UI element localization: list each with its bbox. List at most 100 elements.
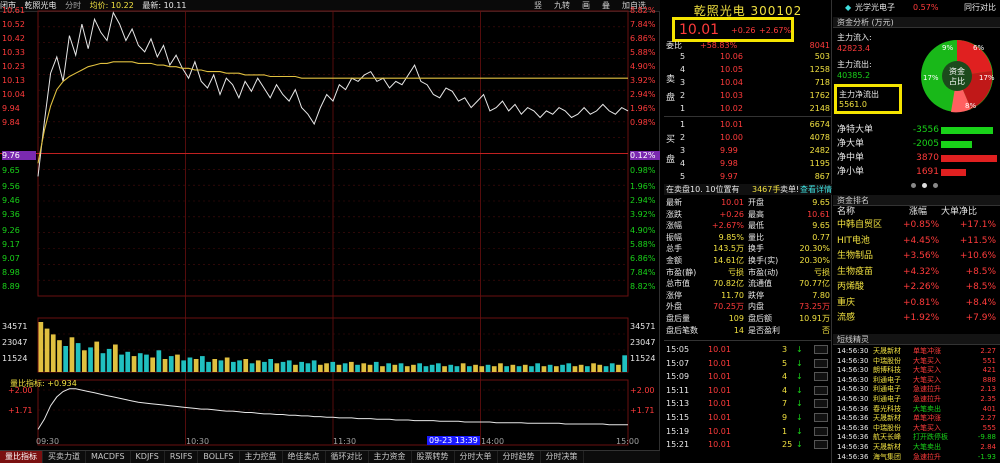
- stat-label: 流通值: [748, 279, 772, 289]
- indicator-tab[interactable]: 主力资金: [369, 451, 412, 463]
- alert-details-link[interactable]: 查看详情: [800, 184, 832, 195]
- y-tick-right: 2.94%: [630, 90, 656, 99]
- stat-value: 14.61亿: [713, 256, 744, 265]
- intraday-chart-panel[interactable]: 闭市 乾照光电 分时 均价: 10.22 最新: 10.11 竖 九转 画 叠 …: [0, 0, 660, 463]
- flow-bar-row: 净大单 -2005: [833, 139, 1000, 150]
- radar-row[interactable]: 14:56:36 天晟新材 单笔冲涨 2.27: [833, 413, 1000, 423]
- radar-event: 大笔卖出: [913, 404, 941, 413]
- indicator-tab[interactable]: 量比指标: [0, 451, 43, 463]
- stat-value: 亏损: [814, 267, 830, 277]
- radar-row[interactable]: 14:56:36 天晟新材 大笔卖出 2.84: [833, 442, 1000, 452]
- volume-bar: [597, 364, 603, 372]
- radar-row[interactable]: 14:56:30 利通电子 急速拉升 2.35: [833, 394, 1000, 404]
- volume-bar: [522, 364, 528, 372]
- sector-name: 光学光电子: [855, 3, 895, 12]
- radar-event: 大笔买入: [913, 375, 941, 384]
- indicator-tab[interactable]: RSIFS: [165, 451, 199, 463]
- indicator-tab[interactable]: 分时大单: [455, 451, 498, 463]
- radar-row[interactable]: 14:56:36 春光科技 大笔卖出 401: [833, 404, 1000, 414]
- rank-row[interactable]: 重庆 +0.81% +8.4%: [833, 298, 1000, 309]
- rank-col-name[interactable]: 名称: [837, 207, 855, 218]
- y-tick-left: 9.36: [2, 210, 20, 219]
- stat-label: 开盘: [748, 198, 764, 207]
- radar-header: 短线精灵: [833, 334, 1000, 345]
- radar-row[interactable]: 14:56:30 朗博科技 大笔买入 421: [833, 365, 1000, 375]
- tick-volume: 3: [782, 345, 788, 354]
- rank-row[interactable]: 生物制品 +3.56% +10.6%: [833, 251, 1000, 262]
- rank-change: +0.85%: [903, 220, 940, 230]
- alert-type: 卖单!: [780, 185, 800, 194]
- radar-row[interactable]: 14:56:30 中瑞股份 大笔买入 551: [833, 356, 1000, 366]
- volume-bar: [206, 361, 211, 372]
- rank-row[interactable]: HIT电池 +4.45% +11.5%: [833, 236, 1000, 247]
- indicator-tab[interactable]: BOLLFS: [198, 451, 240, 463]
- rank-name: 丙烯酸: [837, 282, 865, 292]
- volume-bar: [75, 343, 81, 372]
- rank-row[interactable]: 中韩自贸区 +0.85% +17.1%: [833, 220, 1000, 231]
- indicator-tab[interactable]: KDJFS: [131, 451, 165, 463]
- radar-row[interactable]: 14:56:36 中瑞股份 大笔买入 555: [833, 423, 1000, 433]
- volume-bar: [212, 359, 218, 372]
- bid-volume: 4078: [809, 133, 830, 142]
- volume-bar: [448, 364, 454, 372]
- rank-row[interactable]: 流感 +1.92% +7.9%: [833, 313, 1000, 324]
- pager-dots[interactable]: [911, 183, 938, 188]
- y-tick-left: 8.98: [2, 268, 20, 277]
- stat-value: 14: [733, 325, 744, 335]
- peer-compare-link[interactable]: 同行对比: [964, 2, 996, 13]
- flow-bar-row: 净中单 3870: [833, 153, 1000, 164]
- bid-price: 10.00: [720, 133, 743, 142]
- rank-name: HIT电池: [837, 235, 870, 246]
- sector-row[interactable]: ◆ 光学光电子 0.57% 同行对比: [833, 2, 1000, 13]
- tick-price: 10.01: [708, 345, 731, 354]
- volume-bar: [286, 360, 292, 372]
- rank-change: +0.81%: [903, 297, 940, 308]
- volume-bar: [324, 363, 329, 372]
- volume-bar: [529, 366, 534, 372]
- indicator-tab[interactable]: 绝佳卖点: [283, 451, 326, 463]
- radar-row[interactable]: 14:56:30 利通电子 急速拉升 2.13: [833, 384, 1000, 394]
- pager-dot[interactable]: [933, 183, 938, 188]
- y-tick-left: 9.56: [2, 182, 20, 191]
- stat-row: 市盈(静) 亏损 市盈(动) 亏损: [664, 267, 832, 278]
- pager-dot-active[interactable]: [922, 183, 927, 188]
- radar-stock: 利通电子: [873, 385, 901, 394]
- indicator-tab[interactable]: MACDFS: [86, 451, 131, 463]
- stat-label: 外盘: [666, 302, 682, 312]
- stat-label: 涨停: [666, 290, 682, 300]
- radar-event: 打开跌停板: [913, 433, 948, 442]
- volume-bar: [280, 361, 286, 372]
- radar-row[interactable]: 14:56:30 利通电子 大笔买入 888: [833, 375, 1000, 385]
- rank-row[interactable]: 丙烯酸 +2.26% +8.5%: [833, 282, 1000, 293]
- stat-value: 20.30%: [799, 256, 830, 265]
- tick-price: 10.01: [708, 413, 731, 422]
- radar-row[interactable]: 14:56:36 海气集团 急速拉升 -1.93: [833, 452, 1000, 462]
- rank-row[interactable]: 生物疫苗 +4.32% +8.5%: [833, 267, 1000, 278]
- rank-col-ratio[interactable]: 大单净比: [941, 207, 977, 218]
- radar-row[interactable]: 14:56:36 航天长峰 打开跌停板 -9.88: [833, 432, 1000, 442]
- volume-bar: [386, 363, 391, 372]
- indicator-tab[interactable]: 分时趋势: [498, 451, 541, 463]
- y-tick-left: 34571: [2, 322, 28, 331]
- indicator-tab[interactable]: 分时决策: [541, 451, 584, 463]
- tick-volume: 25: [782, 440, 793, 450]
- price-change-pct: +2.67%: [759, 26, 792, 35]
- bid-level: 2 10.00 4078: [664, 132, 832, 143]
- volume-bar: [293, 364, 298, 372]
- rank-ratio: +10.6%: [959, 251, 996, 261]
- indicator-tab[interactable]: 股票转势: [412, 451, 455, 463]
- rank-ratio: +8.5%: [965, 282, 996, 292]
- indicator-tab[interactable]: 买卖力道: [43, 451, 86, 463]
- rank-name: 生物制品: [837, 251, 874, 261]
- radar-row[interactable]: 14:56:30 天晟新材 单笔冲涨 2.27: [833, 346, 1000, 356]
- volume-bar: [554, 366, 559, 372]
- volume-bar: [181, 360, 186, 372]
- pager-dot[interactable]: [911, 183, 916, 188]
- indicator-tab[interactable]: 循环对比: [326, 451, 369, 463]
- y-tick-left: 9.94: [2, 104, 20, 113]
- ask-price: 10.06: [720, 52, 743, 61]
- radar-time: 14:56:30: [837, 347, 869, 355]
- indicator-tab[interactable]: 主力控盘: [240, 451, 283, 463]
- chart-canvas[interactable]: [0, 0, 660, 463]
- rank-col-change[interactable]: 涨幅: [909, 207, 927, 218]
